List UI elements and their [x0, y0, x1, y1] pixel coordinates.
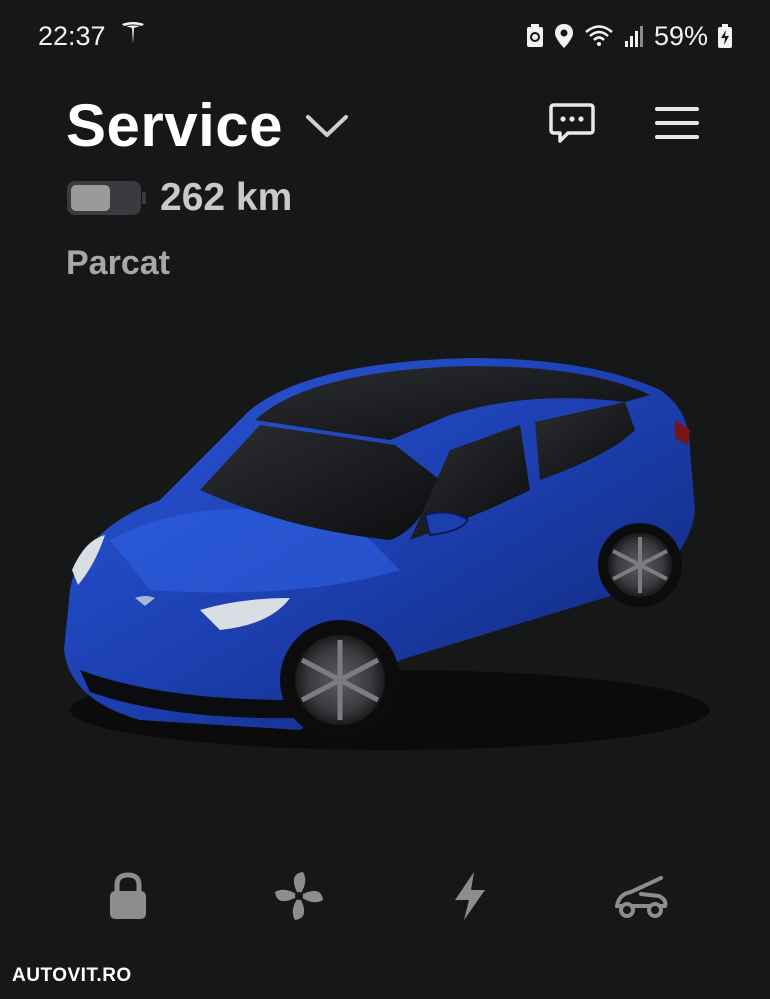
battery-percent: 59% [653, 20, 708, 51]
header-actions [548, 102, 700, 149]
vehicle-state: Parcat [66, 244, 170, 282]
header: Service [66, 88, 700, 162]
range-row: 262 km [66, 176, 292, 220]
climate-button[interactable] [263, 862, 335, 934]
location-icon [554, 24, 574, 48]
range-value: 262 km [160, 176, 293, 219]
watermark-logo: AUTOVIT.RO [12, 965, 132, 986]
frunk-icon [613, 872, 669, 925]
battery-level-fill [71, 185, 110, 211]
battery-charging-icon [718, 24, 732, 48]
lock-button[interactable] [92, 862, 164, 934]
chat-icon[interactable] [548, 102, 596, 149]
fan-icon [273, 870, 325, 927]
trunk-button[interactable] [605, 862, 677, 934]
status-left: 22:37 [38, 20, 146, 53]
tesla-logo-icon [120, 20, 146, 53]
car-image[interactable] [50, 340, 710, 760]
menu-icon[interactable] [654, 105, 700, 146]
wifi-icon [584, 24, 614, 48]
status-time: 22:37 [38, 20, 106, 51]
battery-saver-icon [526, 24, 544, 48]
status-bar: 22:37 59% [0, 0, 770, 72]
charge-button[interactable] [434, 862, 506, 934]
vehicle-name[interactable]: Service [66, 91, 283, 160]
lightning-icon [452, 870, 488, 927]
status-right: 59% [526, 21, 732, 52]
chevron-down-icon[interactable] [305, 113, 349, 144]
battery-level-icon [66, 178, 146, 218]
lock-icon [108, 871, 148, 925]
quick-controls [0, 862, 770, 934]
signal-icon [624, 24, 644, 48]
